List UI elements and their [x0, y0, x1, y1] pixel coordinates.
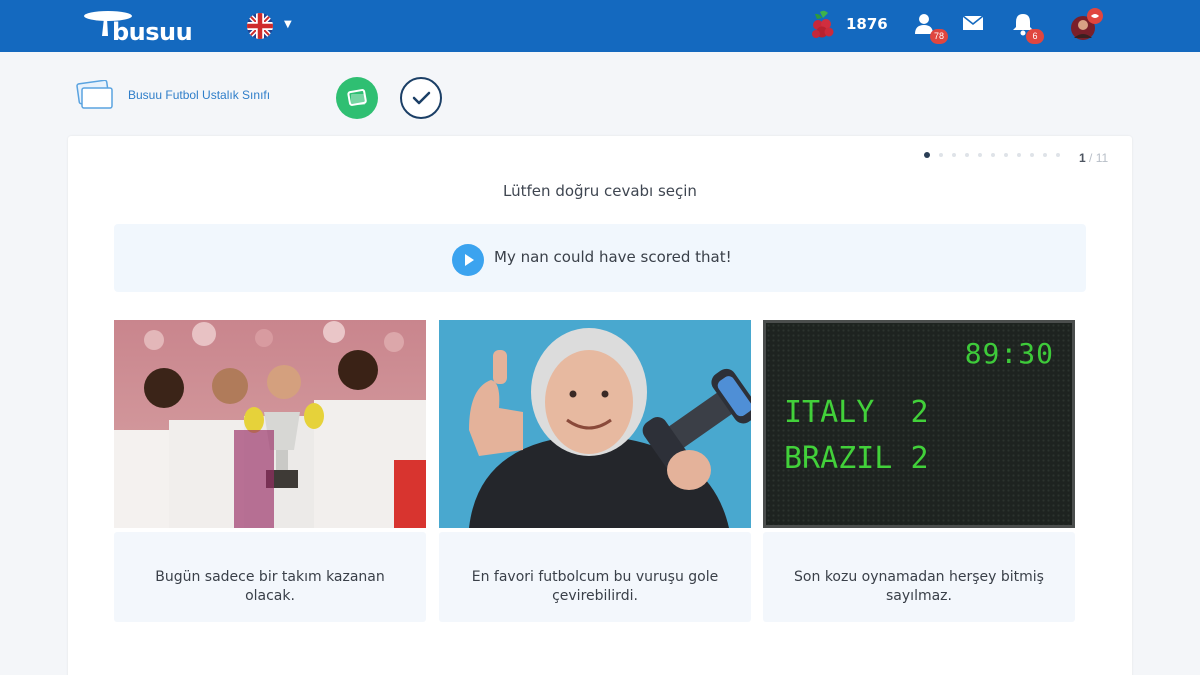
play-audio-button[interactable]: [452, 244, 484, 276]
avatar-icon: [1071, 8, 1103, 40]
uk-flag-icon: [247, 13, 273, 39]
scoreboard-score-2: 2: [910, 441, 929, 476]
answer-option-3[interactable]: 89:30 ITALY 2 BRAZIL 2 Son kozu oynamada…: [763, 320, 1075, 632]
play-icon: [465, 254, 474, 266]
progress-total: / 11: [1089, 151, 1109, 165]
notifications-button[interactable]: 6: [1008, 10, 1044, 44]
logo-wordmark: busuu: [112, 18, 193, 46]
scoreboard-score-1: 2: [910, 395, 929, 430]
checkmark-icon: [412, 91, 431, 105]
scoreboard-time: 89:30: [964, 337, 1054, 370]
progress-dot-active: [924, 152, 930, 158]
scoreboard-display: 89:30 ITALY 2 BRAZIL 2: [763, 320, 1075, 528]
progress-dot: [1030, 153, 1034, 157]
profile-avatar-button[interactable]: [1066, 8, 1103, 44]
progress-dot: [1017, 153, 1021, 157]
scoreboard-team-1: ITALY: [784, 395, 875, 430]
exercise-card: 1 / 11 Lütfen doğru cevabı seçin My nan …: [68, 136, 1132, 675]
progress-dot: [991, 153, 995, 157]
answer-option-2[interactable]: En favori futbolcum bu vuruşu gole çevir…: [439, 320, 751, 632]
progress-dot: [1043, 153, 1047, 157]
scoreboard-row-2: BRAZIL 2: [784, 441, 929, 476]
top-navigation-bar: busuu ▼ 1876 78 6: [0, 0, 1200, 52]
progress-dot: [1004, 153, 1008, 157]
exercise-instruction: Lütfen doğru cevabı seçin: [503, 182, 697, 200]
progress-dot: [952, 153, 956, 157]
friends-button[interactable]: 78: [912, 10, 948, 44]
flashcard-icon: [347, 89, 367, 106]
answer-caption-1: Bugün sadece bir takım kazanan olacak.: [114, 532, 426, 622]
answer-caption-2: En favori futbolcum bu vuruşu gole çevir…: [439, 532, 751, 622]
progress-dot: [965, 153, 969, 157]
lesson-step-completed[interactable]: [336, 77, 378, 119]
progress-dot: [1056, 153, 1060, 157]
answer-caption-3: Son kozu oynamadan herşey bitmiş sayılma…: [763, 532, 1075, 622]
audio-prompt: My nan could have scored that!: [114, 224, 1086, 292]
berry-icon: [812, 10, 834, 38]
progress-dots: [924, 152, 1064, 160]
messages-button[interactable]: [958, 10, 992, 44]
prompt-sentence: My nan could have scored that!: [494, 248, 732, 266]
friends-badge: 78: [930, 29, 948, 44]
progress-current: 1: [1079, 151, 1086, 165]
scoreboard-row-1: ITALY 2: [784, 395, 929, 430]
course-title: Busuu Futbol Ustalık Sınıfı: [128, 88, 271, 102]
lesson-step-current[interactable]: [400, 77, 442, 119]
chevron-down-icon: ▼: [284, 19, 292, 30]
progress-dot: [978, 153, 982, 157]
envelope-icon: [962, 15, 984, 30]
answer-option-1[interactable]: Bugün sadece bir takım kazanan olacak.: [114, 320, 426, 632]
grandmother-with-dumbbell-photo: [439, 320, 751, 528]
progress-counter: 1 / 11: [1079, 151, 1108, 165]
busuu-logo[interactable]: busuu: [82, 6, 202, 46]
scoreboard-photo: 89:30 ITALY 2 BRAZIL 2: [763, 320, 1075, 528]
language-selector[interactable]: ▼: [246, 12, 298, 40]
progress-dot: [939, 153, 943, 157]
lesson-cards-icon: [76, 80, 113, 109]
celebrating-team-photo: [114, 320, 426, 528]
notifications-badge: 6: [1026, 29, 1044, 44]
points-count: 1876: [846, 15, 888, 33]
scoreboard-team-2: BRAZIL: [784, 441, 893, 476]
